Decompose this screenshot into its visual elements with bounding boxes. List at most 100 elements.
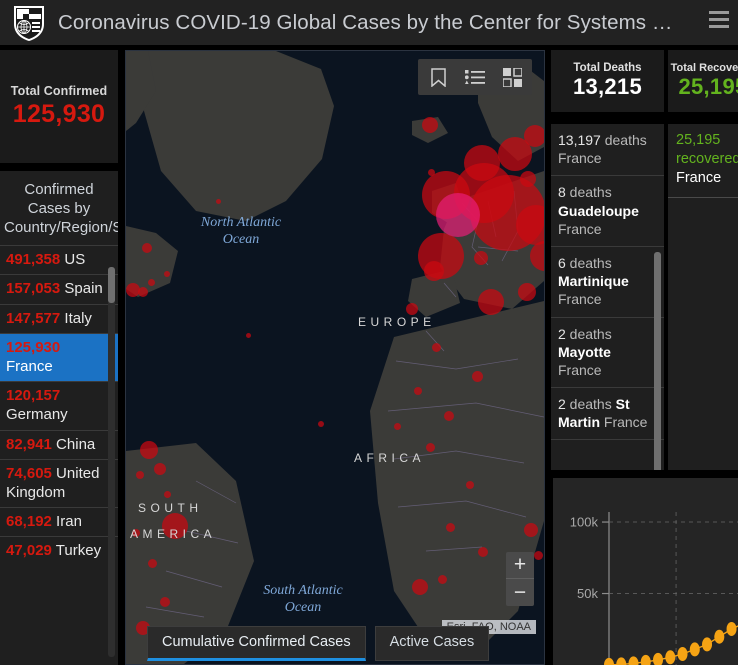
chart-data-point	[714, 629, 725, 644]
map-bubble[interactable]	[216, 199, 221, 204]
map-bubble[interactable]	[524, 523, 538, 537]
scrollbar-thumb[interactable]	[108, 267, 115, 303]
confirmed-country: China	[51, 435, 96, 453]
map-bubble[interactable]	[154, 463, 166, 475]
death-row[interactable]: 2 deaths Mayotte France	[551, 318, 664, 389]
confirmed-row-us[interactable]: 491,358 US	[0, 245, 118, 274]
total-deaths-value: 13,215	[572, 74, 643, 99]
confirmed-row-germany[interactable]: 120,157 Germany	[0, 381, 118, 429]
confirmed-country: Iran	[51, 513, 82, 531]
recovered-count: 25,195 recovered	[676, 132, 738, 168]
deaths-list-panel: 13,197 deaths France 8 deaths Guadeloupe …	[551, 124, 664, 470]
chart-data-point	[689, 642, 700, 657]
death-row[interactable]: 2 deaths St Martin France	[551, 388, 664, 441]
death-region: Mayotte	[558, 343, 611, 360]
map-bubble[interactable]	[140, 441, 158, 459]
map-bubble[interactable]	[422, 117, 438, 133]
map-bubble[interactable]	[414, 387, 422, 395]
tab-active-cases[interactable]: Active Cases	[374, 626, 490, 661]
death-row[interactable]: 13,197 deaths France	[551, 124, 664, 177]
confirmed-row-iran[interactable]: 68,192 Iran	[0, 507, 118, 536]
map-bubble[interactable]	[164, 491, 171, 498]
death-unit: deaths	[565, 254, 612, 271]
confirmed-country: US	[60, 251, 86, 269]
map-bubble-selected[interactable]	[436, 193, 480, 237]
map-bubble[interactable]	[162, 513, 188, 539]
zoom-out-button[interactable]: −	[506, 579, 534, 606]
map-bubble[interactable]	[142, 243, 152, 253]
recovered-country: France	[676, 170, 722, 187]
chart-data-point	[702, 637, 713, 652]
confirmed-row-china[interactable]: 82,941 China	[0, 429, 118, 459]
covid-map[interactable]: North Atlantic Ocean South Atlantic Ocea…	[125, 50, 545, 665]
death-unit: deaths	[600, 132, 647, 148]
map-bubble[interactable]	[394, 423, 401, 430]
legend-list-icon[interactable]	[463, 65, 487, 89]
chart-data-point	[640, 654, 651, 665]
chart-ytick-label: 50k	[577, 586, 598, 601]
map-bubble[interactable]	[164, 271, 170, 277]
map-bubble[interactable]	[412, 579, 428, 595]
death-unit: deaths	[565, 325, 612, 342]
map-tab-bar: Cumulative Confirmed Cases Active Cases	[147, 626, 490, 661]
map-bubble[interactable]	[534, 551, 543, 560]
death-region: Guadeloupe	[558, 202, 639, 219]
confirmed-list-scrollbar[interactable]	[108, 267, 115, 657]
death-count: 2	[558, 325, 566, 342]
recovered-list: 25,195 recovered France	[668, 124, 738, 199]
death-region: Martinique	[558, 273, 629, 290]
total-deaths-panel: Total Deaths 13,215	[551, 50, 664, 112]
zoom-in-button[interactable]: +	[506, 552, 534, 579]
map-bubble[interactable]	[444, 411, 454, 421]
map-bubble[interactable]	[148, 279, 155, 286]
map-bubble[interactable]	[160, 597, 170, 607]
confirmed-row-italy[interactable]: 147,577 Italy	[0, 303, 118, 333]
chart-data-point	[653, 652, 664, 665]
scrollbar-thumb[interactable]	[654, 252, 661, 470]
recovered-row[interactable]: 25,195 recovered France	[668, 124, 738, 199]
deaths-list-scrollbar[interactable]	[654, 252, 661, 470]
tab-cumulative-confirmed-cases[interactable]: Cumulative Confirmed Cases	[147, 626, 366, 661]
map-bubble[interactable]	[432, 343, 441, 352]
death-row[interactable]: 6 deaths Martinique France	[551, 247, 664, 318]
confirmed-count: 125,930	[6, 338, 61, 356]
map-bubble[interactable]	[518, 283, 536, 301]
bookmark-icon[interactable]	[426, 65, 450, 89]
death-row[interactable]: 8 deaths Guadeloupe France	[551, 176, 664, 247]
confirmed-country: France	[6, 358, 53, 375]
map-bubble[interactable]	[406, 303, 418, 315]
confirmed-count: 74,605	[6, 464, 52, 482]
death-count: 2	[558, 396, 566, 413]
map-bubble[interactable]	[474, 251, 488, 265]
total-deaths-label: Total Deaths	[573, 62, 642, 74]
map-bubble[interactable]	[318, 421, 324, 427]
map-bubble[interactable]	[138, 287, 148, 297]
map-bubble[interactable]	[472, 371, 483, 382]
map-tools-bar	[418, 59, 532, 95]
hamburger-menu-icon[interactable]	[709, 11, 729, 28]
death-count: 6	[558, 254, 566, 271]
map-bubble[interactable]	[132, 529, 140, 537]
map-bubble[interactable]	[148, 559, 157, 568]
confirmed-row-united-kingdom[interactable]: 74,605 United Kingdom	[0, 458, 118, 507]
map-bubble[interactable]	[246, 333, 251, 338]
death-country: France	[558, 291, 602, 308]
death-count: 8	[558, 184, 566, 201]
map-bubble[interactable]	[136, 471, 144, 479]
basemap-gallery-icon[interactable]	[500, 65, 524, 89]
death-count: 13,197	[558, 132, 601, 148]
map-bubble[interactable]	[446, 523, 455, 532]
map-bubble[interactable]	[438, 575, 447, 584]
map-bubble[interactable]	[478, 289, 504, 315]
map-bubble[interactable]	[466, 481, 474, 489]
confirmed-row-turkey[interactable]: 47,029 Turkey	[0, 536, 118, 565]
confirmed-country: Spain	[60, 280, 103, 298]
confirmed-row-france[interactable]: 125,930 France	[0, 332, 118, 382]
map-bubble[interactable]	[524, 125, 544, 147]
map-bubble[interactable]	[478, 547, 488, 557]
map-bubble[interactable]	[426, 443, 435, 452]
confirmed-row-spain[interactable]: 157,053 Spain	[0, 274, 118, 303]
recovered-list-panel: 25,195 recovered France	[668, 124, 738, 470]
confirmed-cases-panel: Confirmed Cases by Country/Region/Sovere…	[0, 171, 118, 665]
map-bubble[interactable]	[424, 261, 444, 281]
